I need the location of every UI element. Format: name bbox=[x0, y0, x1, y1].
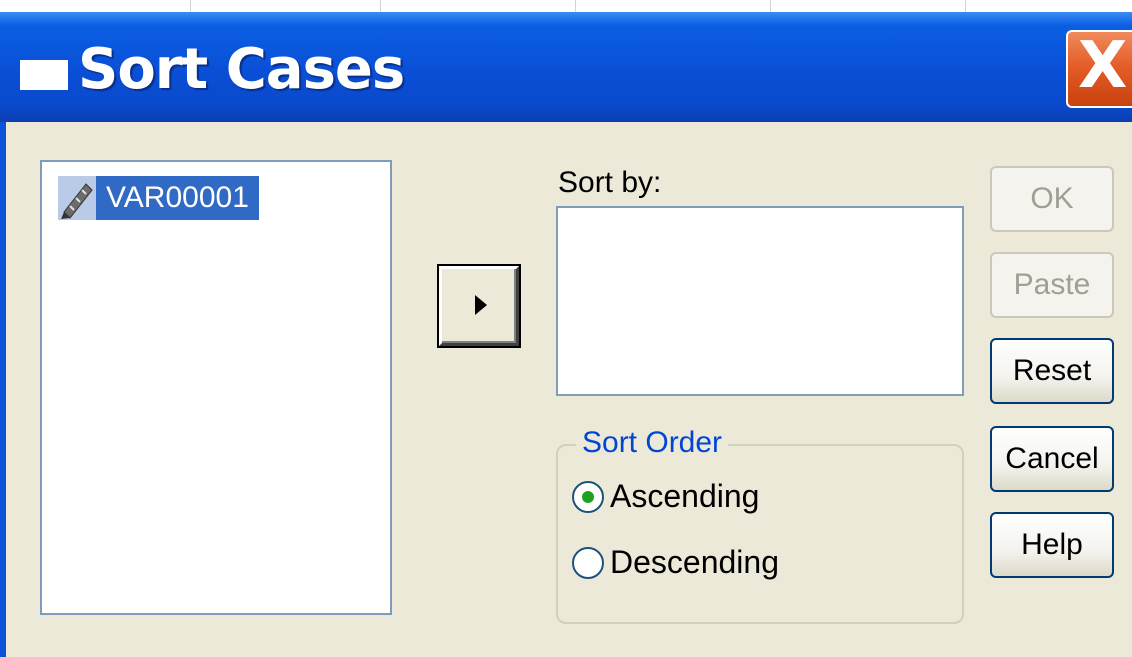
sort-cases-dialog: Sort Cases X VAR00001 Sort by: Sort Orde… bbox=[0, 12, 1132, 657]
sort-by-label: Sort by: bbox=[558, 166, 662, 199]
ok-button[interactable]: OK bbox=[990, 166, 1114, 232]
variable-list-item[interactable]: VAR00001 bbox=[58, 176, 259, 220]
right-arrow-icon bbox=[475, 295, 487, 315]
radio-selected-dot bbox=[582, 490, 594, 503]
descending-label[interactable]: Descending bbox=[610, 544, 779, 581]
descending-radio[interactable] bbox=[572, 546, 604, 579]
ascending-label[interactable]: Ascending bbox=[610, 478, 759, 515]
sort-order-title: Sort Order bbox=[576, 426, 729, 460]
variable-label: VAR00001 bbox=[96, 176, 259, 220]
paste-button[interactable]: Paste bbox=[990, 252, 1114, 318]
sort-order-group bbox=[556, 444, 964, 624]
close-icon: X bbox=[1078, 29, 1128, 103]
ascending-radio[interactable] bbox=[572, 480, 604, 513]
dialog-title: Sort Cases bbox=[78, 37, 405, 102]
ascending-radio-option[interactable]: Ascending bbox=[572, 478, 759, 515]
close-button[interactable]: X bbox=[1066, 30, 1132, 108]
dialog-body: VAR00001 Sort by: Sort Order Ascending D… bbox=[6, 122, 1132, 657]
sort-by-list[interactable] bbox=[556, 206, 964, 396]
title-bar[interactable]: Sort Cases X bbox=[0, 12, 1132, 122]
pencil-scale-icon bbox=[58, 176, 96, 220]
cancel-button[interactable]: Cancel bbox=[990, 426, 1114, 492]
move-to-sort-by-button[interactable] bbox=[439, 266, 519, 346]
reset-button[interactable]: Reset bbox=[990, 338, 1114, 404]
window-icon bbox=[20, 60, 68, 90]
help-button[interactable]: Help bbox=[990, 512, 1114, 578]
variable-list[interactable]: VAR00001 bbox=[40, 160, 392, 615]
descending-radio-option[interactable]: Descending bbox=[572, 544, 779, 581]
